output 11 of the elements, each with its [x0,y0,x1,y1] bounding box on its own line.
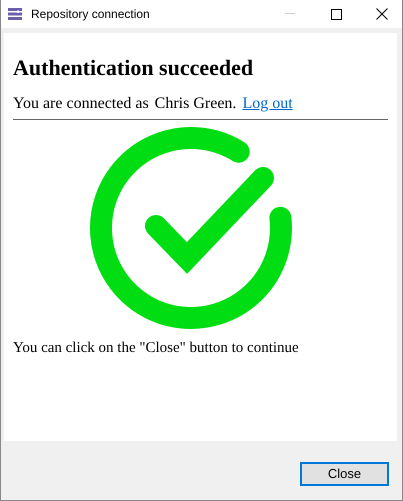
heading: Authentication succeeded [13,55,254,81]
connection-text: You are connected as [13,95,149,113]
hint-text: You can click on the "Close" button to continue [13,340,300,357]
window-title: Repository connection [31,7,151,21]
app-icon [7,7,23,21]
maximize-button[interactable] [330,8,342,20]
close-button[interactable]: Close [300,462,389,486]
user-name: Chris Green. [154,95,236,113]
close-icon[interactable] [376,8,388,20]
logout-link[interactable]: Log out [242,95,293,113]
check-circle-icon [89,126,293,330]
